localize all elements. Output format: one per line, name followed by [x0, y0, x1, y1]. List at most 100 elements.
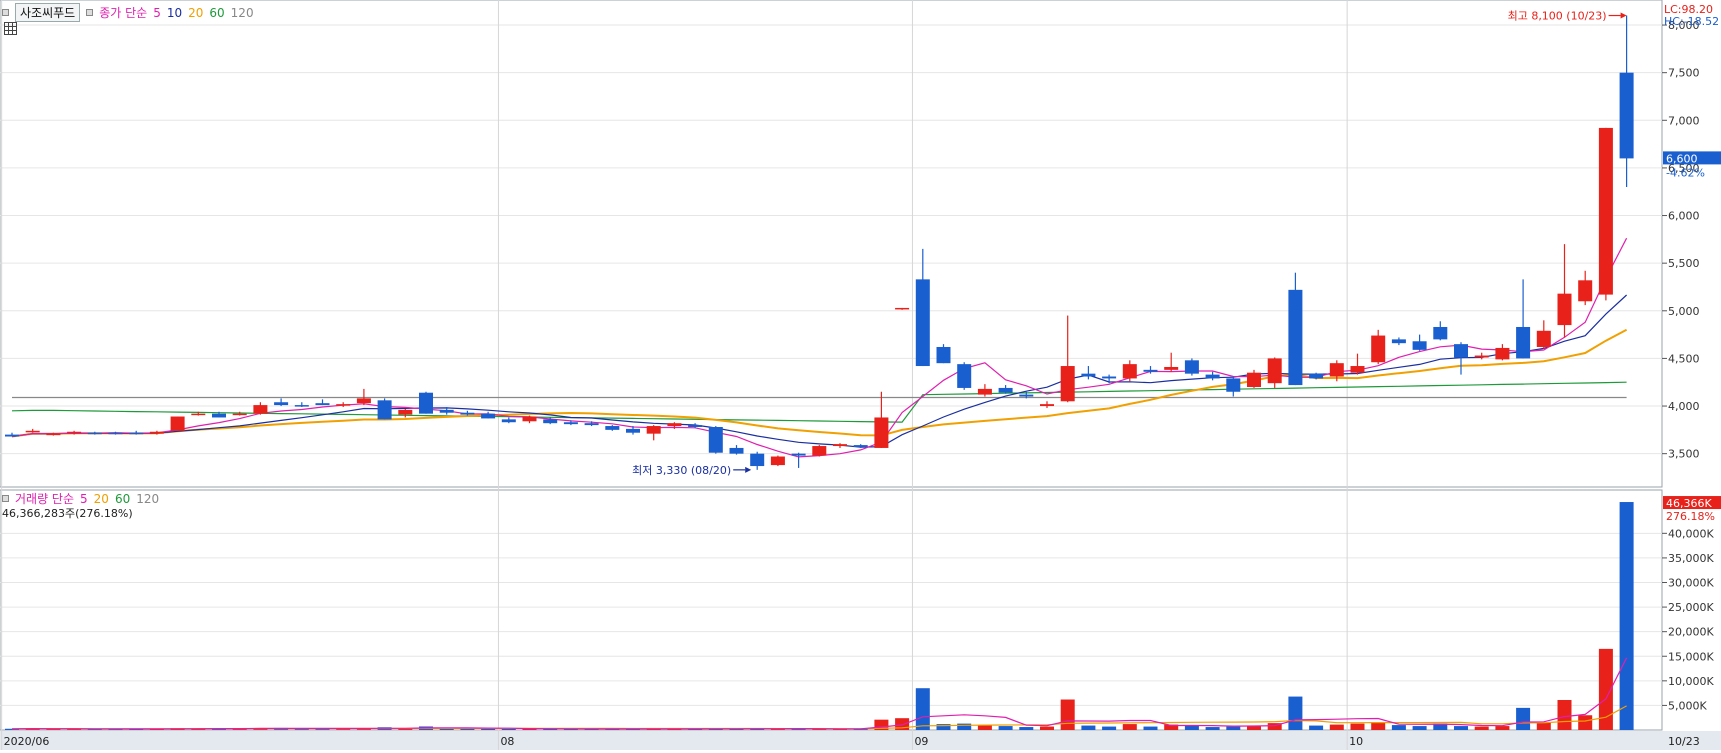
- volume-bar: [1019, 727, 1034, 730]
- candle-body: [398, 409, 413, 415]
- candle-body: [1060, 366, 1075, 402]
- candle-body: [1557, 293, 1572, 326]
- chart-background: [0, 0, 1721, 750]
- ma20-label[interactable]: 20: [188, 6, 203, 20]
- price-tick-label: 4,000: [1668, 400, 1700, 413]
- candle-body: [688, 425, 703, 427]
- volume-tick-label: 30,000K: [1668, 577, 1714, 590]
- candle-body: [1516, 326, 1531, 359]
- volume-tick-label: 15,000K: [1668, 650, 1714, 663]
- date-tick-label: 10: [1349, 735, 1363, 748]
- candle-body: [708, 426, 723, 453]
- candle-body: [563, 422, 578, 425]
- volume-bar: [977, 725, 992, 730]
- volume-bar: [1371, 722, 1386, 730]
- volume-bar: [1412, 726, 1427, 730]
- ma120-label[interactable]: 120: [231, 6, 254, 20]
- volume-bar: [1578, 715, 1593, 730]
- volume-bar: [1619, 502, 1634, 730]
- price-legend: 사조씨푸드 종가 단순 5 10 20 60 120: [2, 3, 254, 22]
- candle-body: [1184, 360, 1199, 374]
- legend-toggle-icon[interactable]: [2, 9, 9, 16]
- candle-body: [67, 431, 82, 434]
- candle-body: [1454, 344, 1468, 358]
- volma120-label[interactable]: 120: [136, 492, 159, 506]
- candle-body: [232, 413, 247, 416]
- candle-body: [1226, 378, 1241, 392]
- candle-body: [439, 409, 454, 413]
- legend-toggle-icon[interactable]: [86, 9, 94, 16]
- volume-bar: [1143, 726, 1158, 730]
- volma60-label[interactable]: 60: [115, 492, 130, 506]
- candle-body: [1267, 358, 1282, 384]
- volume-tick-label: 10,000K: [1668, 675, 1714, 688]
- candle-body: [377, 400, 392, 420]
- volume-bar: [1247, 726, 1261, 730]
- volume-bar: [1081, 725, 1096, 730]
- candle-body: [46, 433, 61, 436]
- volume-tick-label: 40,000K: [1668, 527, 1714, 540]
- volume-bar: [1205, 727, 1220, 730]
- volume-bar: [1309, 725, 1324, 730]
- candle-body: [1474, 355, 1489, 358]
- candle-body: [501, 419, 516, 423]
- candle-body: [584, 423, 599, 426]
- candle-body: [170, 416, 185, 431]
- hc-label: HC:-18.52: [1664, 15, 1719, 28]
- volume-tick-label: 5,000K: [1668, 699, 1707, 712]
- candle-body: [5, 434, 19, 437]
- ma10-label[interactable]: 10: [167, 6, 182, 20]
- candle-body: [460, 412, 475, 415]
- candle-body: [481, 413, 496, 419]
- candle-body: [149, 431, 164, 434]
- volume-bar: [1060, 699, 1075, 730]
- price-tick-label: 5,000: [1668, 305, 1700, 318]
- candle-body: [212, 413, 226, 418]
- volume-bar: [1288, 696, 1303, 730]
- table-grid-icon[interactable]: [4, 22, 17, 35]
- candle-body: [191, 413, 206, 416]
- price-tick-label: 3,500: [1668, 448, 1700, 461]
- ma-label[interactable]: 종가 단순: [99, 4, 147, 21]
- volume-bar: [1122, 724, 1137, 730]
- legend-toggle-icon[interactable]: [2, 495, 9, 502]
- date-tick-label: 2020/06: [4, 735, 50, 748]
- candle-body: [957, 364, 972, 388]
- candle-body: [646, 426, 661, 434]
- candle-body: [791, 453, 806, 456]
- ma5-label[interactable]: 5: [153, 6, 161, 20]
- candle-body: [1081, 373, 1096, 377]
- candle-body: [1247, 372, 1261, 387]
- volume-bar: [1040, 726, 1054, 730]
- candle-body: [833, 444, 847, 447]
- price-tick-label: 4,500: [1668, 352, 1700, 365]
- date-tick-label: 08: [500, 735, 514, 748]
- chart-canvas[interactable]: 3,5004,0004,5005,0005,5006,0006,5007,000…: [0, 0, 1721, 750]
- candle-body: [626, 428, 640, 433]
- price-tick-label: 5,500: [1668, 257, 1700, 270]
- volma5-label[interactable]: 5: [80, 492, 88, 506]
- candle-body: [1019, 394, 1034, 397]
- x-axis-strip: [0, 731, 1721, 750]
- candle-body: [729, 447, 744, 454]
- volume-bar: [1516, 707, 1531, 730]
- candle-body: [1412, 341, 1427, 350]
- volume-bar: [1474, 726, 1489, 730]
- candle-body: [1040, 404, 1054, 407]
- candle-body: [977, 388, 992, 395]
- stock-name-button[interactable]: 사조씨푸드: [15, 3, 81, 22]
- volume-bar: [957, 723, 972, 730]
- volume-bar: [1536, 722, 1551, 730]
- candle-body: [129, 432, 144, 435]
- candle-body: [108, 432, 123, 435]
- volume-tick-label: 35,000K: [1668, 552, 1714, 565]
- candle-body: [1536, 330, 1551, 347]
- volma20-label[interactable]: 20: [94, 492, 109, 506]
- candle-body: [1143, 369, 1158, 372]
- volume-bar: [1557, 700, 1572, 730]
- candle-body: [1495, 347, 1510, 360]
- current-volume-change-label: 276.18%: [1666, 510, 1715, 523]
- date-tick-label: 09: [914, 735, 928, 748]
- ma60-label[interactable]: 60: [209, 6, 224, 20]
- price-tick-label: 7,500: [1668, 67, 1700, 80]
